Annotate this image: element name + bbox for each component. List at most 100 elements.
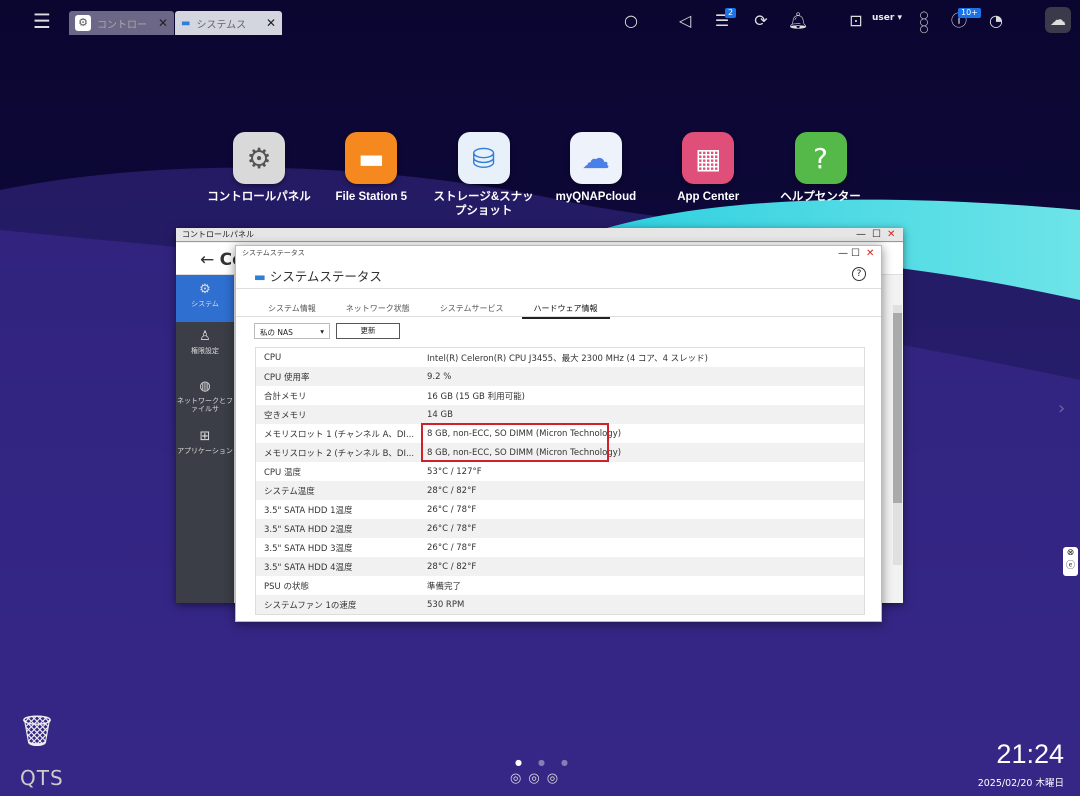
table-row: 3.5" SATA HDD 4温度28°C / 82°F [256, 557, 864, 576]
row-value: 530 RPM [419, 595, 864, 614]
maximize-icon[interactable]: ☐ [851, 248, 860, 260]
dashboard-icon[interactable]: ◔ [985, 10, 1007, 32]
hardware-table: CPUIntel(R) Celeron(R) CPU J3455、最大 2300… [255, 347, 865, 615]
row-value: 9.2 % [419, 367, 864, 386]
side-widget[interactable]: ⊗ⓔ [1063, 547, 1078, 576]
sync-icon[interactable]: ⟳ [750, 10, 772, 32]
table-row: 3.5" SATA HDD 3温度26°C / 78°F [256, 538, 864, 557]
firmware-badge: 10+ [958, 8, 981, 18]
storage-icon: ⛁ [458, 132, 510, 184]
cloud-icon[interactable]: ☁ [1045, 7, 1071, 33]
tab-control-panel[interactable]: ⚙ コントロー✕ [69, 11, 174, 35]
app-folder[interactable]: ▬File Station 5 [316, 132, 426, 204]
sidebar-item-network[interactable]: ◍ネットワークとファイルサ [176, 372, 234, 422]
tasks-icon[interactable]: ☰2 [711, 10, 733, 32]
tab-system-status[interactable]: ▬ システムス ✕ [175, 11, 282, 35]
cloud-circle-icon[interactable]: ◎ [510, 771, 528, 786]
user-icon[interactable]: ⊡ [845, 10, 867, 32]
row-label: 空きメモリ [256, 405, 419, 424]
row-label: メモリスロット 2 (チャンネル B、DI... [256, 443, 419, 462]
next-page-icon[interactable]: › [1058, 398, 1065, 419]
row-value: 26°C / 78°F [419, 538, 864, 557]
app-label: コントロールパネル [204, 190, 314, 204]
app-label: ストレージ&スナップショット [429, 190, 539, 218]
tool-circle-icon[interactable]: ◎ [528, 771, 546, 786]
sidebar-item-applications[interactable]: ⊞ アプリケーション [176, 422, 234, 472]
app-help[interactable]: ? ヘルプセンター [766, 132, 876, 204]
sidebar-label: システム [191, 300, 219, 308]
notification-badge: 2 [725, 8, 736, 18]
monitor-icon: ▬ [181, 18, 190, 29]
page-dots[interactable]: ●●● [515, 758, 584, 767]
window-title: コントロールパネル [176, 228, 903, 242]
user-name: user [872, 13, 894, 23]
table-row: 合計メモリ16 GB (15 GB 利用可能) [256, 386, 864, 405]
minimize-icon[interactable]: — [838, 248, 848, 260]
close-icon[interactable]: ✕ [266, 16, 276, 30]
help-icon: ? [795, 132, 847, 184]
close-icon[interactable]: ✕ [887, 229, 895, 241]
row-value: 28°C / 82°F [419, 481, 864, 500]
row-label: 3.5" SATA HDD 2温度 [256, 519, 419, 538]
menu-icon[interactable]: ☰ [33, 11, 51, 31]
app-grid[interactable]: ▦App Center [653, 132, 763, 204]
highlight-box [421, 423, 609, 462]
system-status-window: システムステータス — ☐ ✕ ▬ システムステータス ? システム情報ネットワ… [235, 245, 882, 622]
app-gear[interactable]: ⚙ コントロールパネル [204, 132, 314, 204]
search-icon[interactable]: ○ [620, 10, 642, 32]
more-icon[interactable]: ○○○ [913, 12, 935, 34]
table-row: 空きメモリ14 GB [256, 405, 864, 424]
megaphone-icon[interactable]: ◁ [674, 10, 696, 32]
apps-icon: ⊞ [176, 430, 234, 444]
nas-select-value: 私の NAS [260, 328, 293, 337]
row-value: 53°C / 127°F [419, 462, 864, 481]
table-row: CPU 使用率9.2 % [256, 367, 864, 386]
sidebar-label: アプリケーション [177, 447, 233, 455]
app-label: ヘルプセンター [766, 190, 876, 204]
globe-icon: ◍ [176, 380, 234, 394]
qts-logo: QTS [20, 766, 64, 790]
close-icon[interactable]: ✕ [866, 248, 874, 260]
monitor-icon: ▬ [254, 269, 266, 284]
help-icon[interactable]: ? [852, 267, 866, 281]
row-value: 26°C / 78°F [419, 519, 864, 538]
book-circle-icon[interactable]: ◎ [547, 771, 565, 786]
info-icon[interactable]: ⓘ10+ [948, 10, 970, 32]
close-icon[interactable]: ✕ [158, 16, 168, 30]
clock: 21:24 [996, 739, 1064, 770]
sidebar-item-privilege[interactable]: ♙権限設定 [176, 322, 234, 372]
gear-icon: ⚙ [233, 132, 285, 184]
row-value: Intel(R) Celeron(R) CPU J3455、最大 2300 MH… [419, 348, 864, 367]
user-menu[interactable]: user ▾ [872, 13, 902, 23]
window-header: ▬ システムステータス [254, 266, 382, 285]
gear-icon: ⚙ [176, 283, 234, 297]
user-icon: ♙ [176, 330, 234, 344]
row-value: 14 GB [419, 405, 864, 424]
nas-select[interactable]: 私の NAS▾ [254, 323, 330, 339]
app-cloud[interactable]: ☁myQNAPcloud [541, 132, 651, 204]
maximize-icon[interactable]: ☐ [872, 229, 881, 241]
app-label: App Center [653, 190, 763, 204]
app-storage[interactable]: ⛁ ストレージ&スナップショット [429, 132, 539, 218]
trash-icon[interactable]: 🗑︎ [18, 714, 56, 749]
refresh-button[interactable]: 更新 [336, 323, 400, 339]
bell-icon[interactable]: 🔔︎ [787, 10, 809, 32]
folder-icon: ▬ [345, 132, 397, 184]
gear-icon: ⚙ [75, 15, 91, 31]
row-value: 28°C / 82°F [419, 557, 864, 576]
top-bar: ☰ ⚙ コントロー✕ ▬ システムス ✕ ○ ◁ ☰2 ⟳ 🔔︎ ⊡ user ▾… [0, 0, 1080, 42]
app-label: myQNAPcloud [541, 190, 651, 204]
scrollbar[interactable] [893, 305, 902, 565]
bottom-icons: ◎◎◎ [510, 771, 565, 786]
table-row: CPUIntel(R) Celeron(R) CPU J3455、最大 2300… [256, 348, 864, 367]
table-row: 3.5" SATA HDD 1温度26°C / 78°F [256, 500, 864, 519]
minimize-icon[interactable]: — [856, 229, 866, 241]
row-value: 26°C / 78°F [419, 500, 864, 519]
row-label: CPU [256, 348, 419, 367]
window-title: システムステータス [270, 269, 382, 284]
tab-label: システムス [196, 16, 246, 31]
sidebar-item-system[interactable]: ⚙ システム [176, 275, 234, 322]
table-row: 3.5" SATA HDD 2温度26°C / 78°F [256, 519, 864, 538]
date: 2025/02/20 木曜日 [978, 775, 1064, 789]
back-icon[interactable]: ← [200, 250, 214, 270]
